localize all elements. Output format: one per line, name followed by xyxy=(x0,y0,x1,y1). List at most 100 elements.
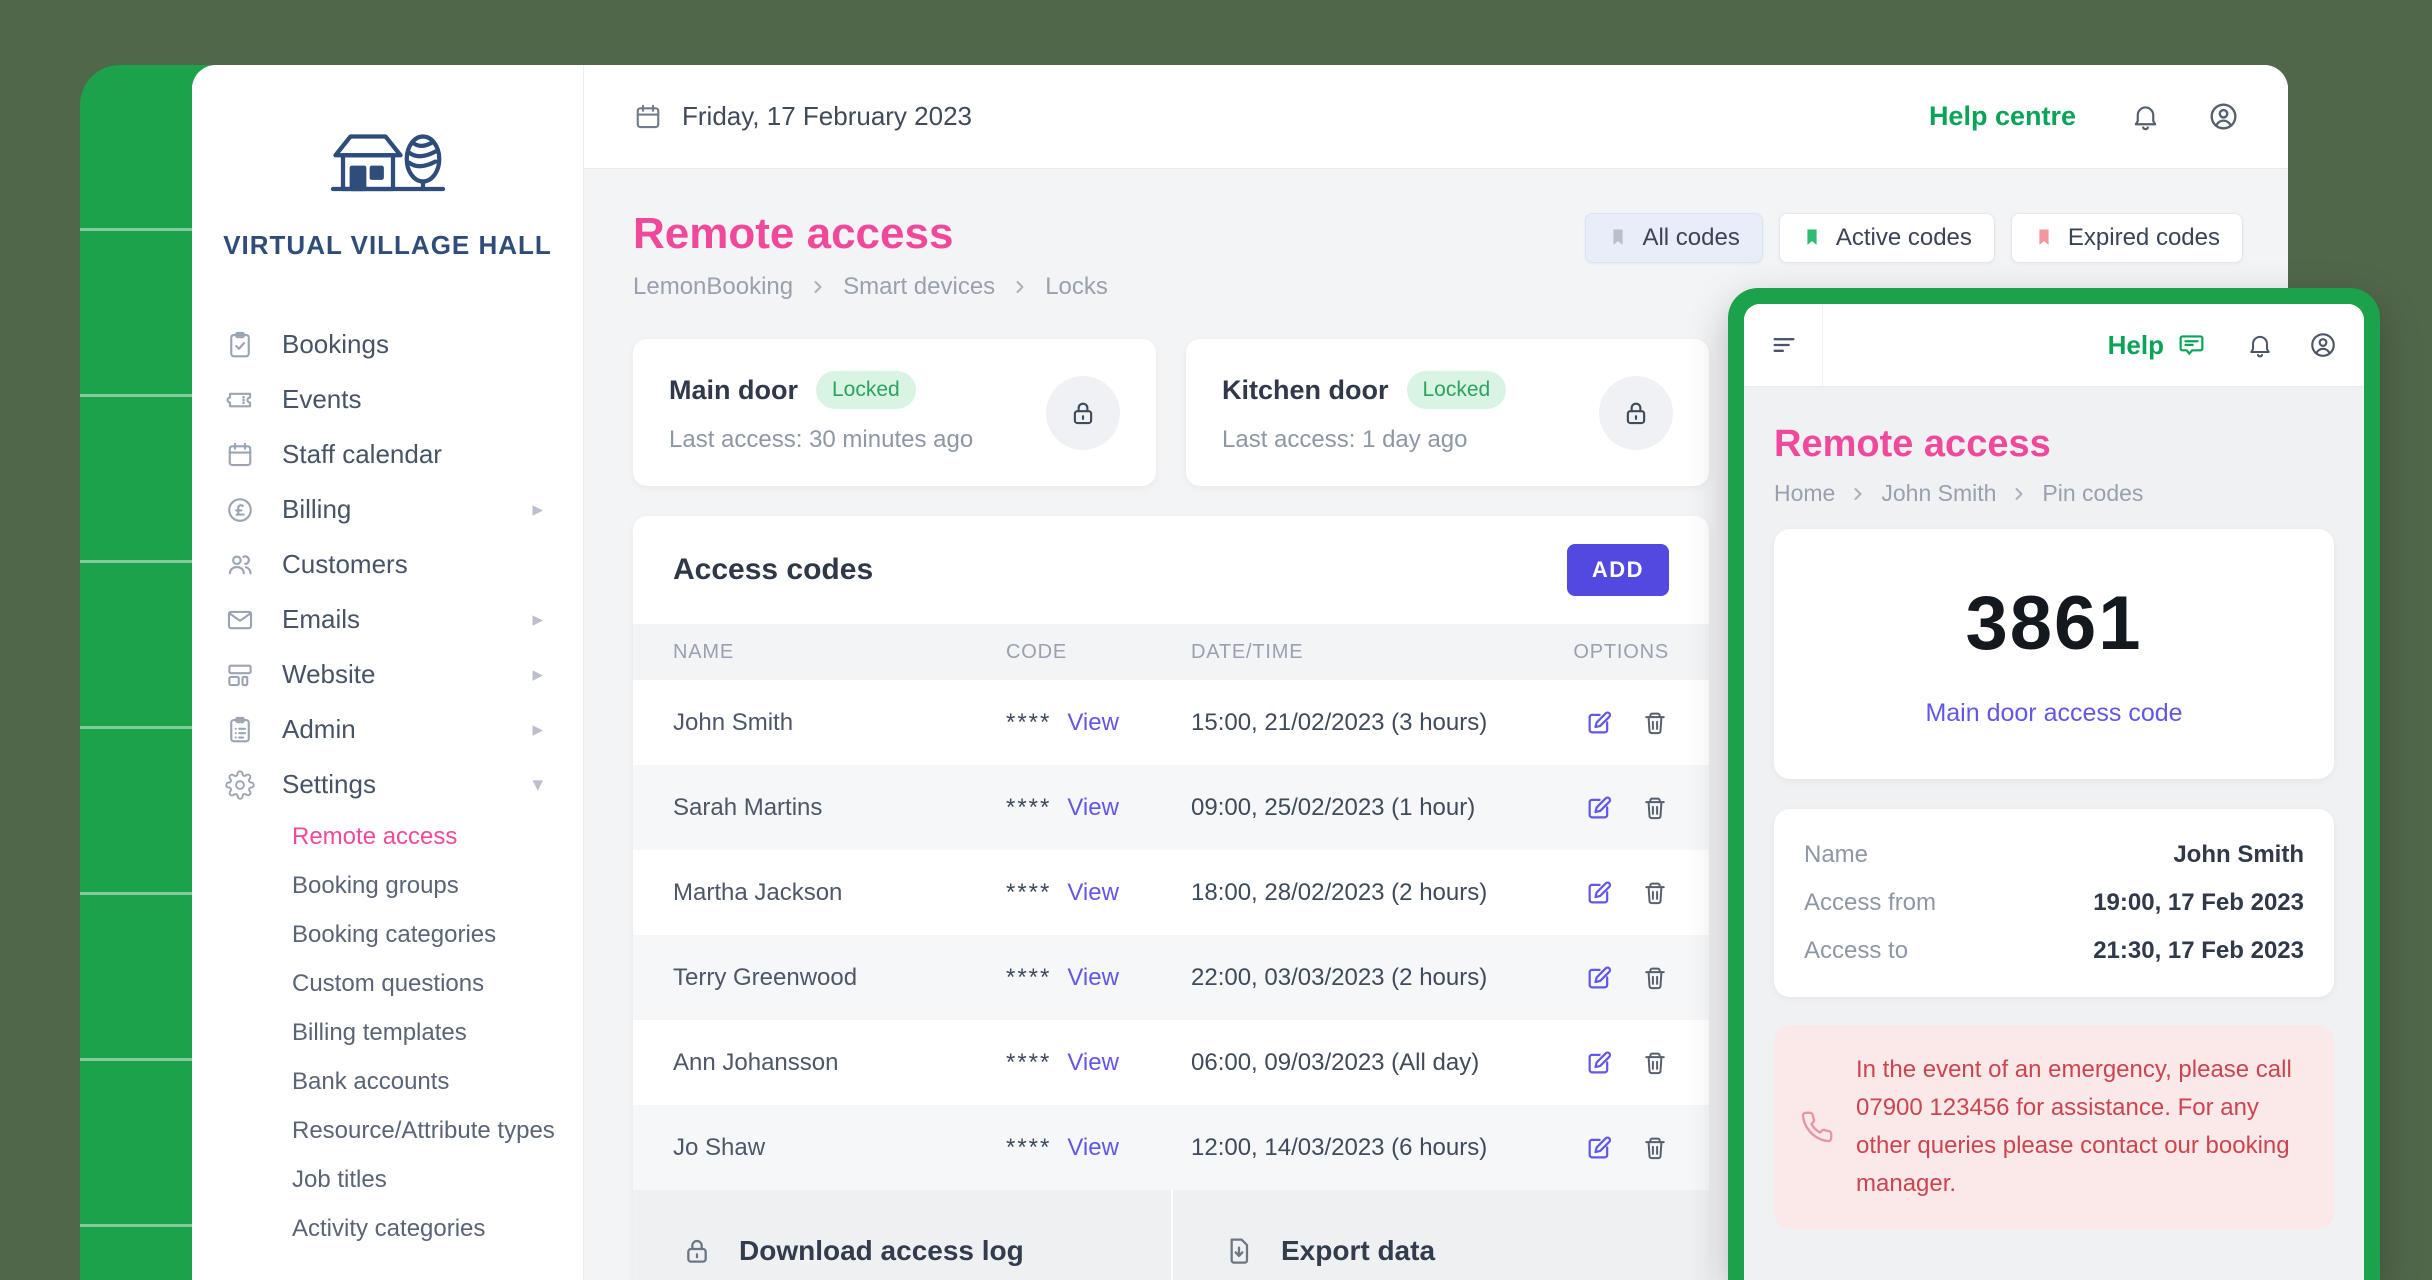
code-datetime: 06:00, 09/03/2023 (All day) xyxy=(1191,1049,1493,1077)
chevron-down-icon: ▾ xyxy=(532,772,543,797)
file-download-icon xyxy=(1223,1235,1255,1267)
view-code-link[interactable]: View xyxy=(1067,1134,1119,1162)
emergency-notice: In the event of an emergency, please cal… xyxy=(1774,1025,2334,1229)
edit-code-icon[interactable] xyxy=(1585,1134,1613,1162)
padlock-icon xyxy=(681,1235,713,1267)
edit-code-icon[interactable] xyxy=(1585,794,1613,822)
edit-code-icon[interactable] xyxy=(1585,709,1613,737)
sidebar-subitem-bank-accounts[interactable]: Bank accounts xyxy=(192,1057,583,1106)
sidebar-subitem-activity-categories[interactable]: Activity categories xyxy=(192,1204,583,1253)
access-codes-title: Access codes xyxy=(673,553,873,587)
filter-chip-all-codes[interactable]: All codes xyxy=(1585,213,1762,263)
sidebar-subitem-booking-groups[interactable]: Booking groups xyxy=(192,861,583,910)
pin-code-card: 3861 Main door access code xyxy=(1774,529,2334,779)
emergency-notice-text: In the event of an emergency, please cal… xyxy=(1856,1051,2308,1203)
sidebar-item-bookings[interactable]: Bookings xyxy=(192,317,583,372)
code-datetime: 22:00, 03/03/2023 (2 hours) xyxy=(1191,964,1493,992)
add-code-button[interactable]: ADD xyxy=(1567,544,1669,596)
door-card-kitchen-door: Kitchen door Locked Last access: 1 day a… xyxy=(1186,339,1709,486)
sidebar-item-customers[interactable]: Customers xyxy=(192,537,583,592)
pound-circle-icon xyxy=(225,495,255,525)
users-icon xyxy=(225,550,255,580)
sidebar-subitem-remote-access[interactable]: Remote access xyxy=(192,812,583,861)
help-centre-link[interactable]: Help centre xyxy=(1929,101,2076,132)
browser-icon xyxy=(225,660,255,690)
delete-code-icon[interactable] xyxy=(1641,1049,1669,1077)
download-access-log-button[interactable]: Download access log xyxy=(633,1190,1171,1280)
hamburger-menu-icon[interactable] xyxy=(1770,331,1798,359)
sidebar-subitem-booking-categories[interactable]: Booking categories xyxy=(192,910,583,959)
filter-chip-expired-codes[interactable]: Expired codes xyxy=(2011,213,2243,263)
code-filter-chips: All codes Active codes Expired codes xyxy=(1585,213,2243,263)
sidebar-subitem-billing-templates[interactable]: Billing templates xyxy=(192,1008,583,1057)
table-row: John Smith****View15:00, 21/02/2023 (3 h… xyxy=(633,680,1709,765)
view-code-link[interactable]: View xyxy=(1067,709,1119,737)
detail-value: John Smith xyxy=(2173,841,2304,869)
sidebar-item-emails[interactable]: Emails▸ xyxy=(192,592,583,647)
detail-value: 21:30, 17 Feb 2023 xyxy=(2093,937,2304,965)
bell-icon[interactable] xyxy=(2246,331,2274,359)
lock-button[interactable] xyxy=(1046,376,1120,450)
sidebar-item-billing[interactable]: Billing▸ xyxy=(192,482,583,537)
mobile-header: Help xyxy=(1744,304,2364,387)
green-accent-strip xyxy=(80,65,210,1280)
sidebar-nav: Bookings Events Staff calendarBilling▸Cust… xyxy=(192,317,583,812)
sidebar-item-staff-calendar[interactable]: Staff calendar xyxy=(192,427,583,482)
breadcrumb-item[interactable]: John Smith xyxy=(1881,480,1996,507)
chat-bubble-icon[interactable] xyxy=(2177,331,2206,360)
delete-code-icon[interactable] xyxy=(1641,964,1669,992)
view-code-link[interactable]: View xyxy=(1067,964,1119,992)
edit-code-icon[interactable] xyxy=(1585,964,1613,992)
table-row: Sarah Martins****View09:00, 25/02/2023 (… xyxy=(633,765,1709,850)
delete-code-icon[interactable] xyxy=(1641,1134,1669,1162)
code-holder-name: Ann Johansson xyxy=(673,1049,1006,1077)
lock-button[interactable] xyxy=(1599,376,1673,450)
view-code-link[interactable]: View xyxy=(1067,879,1119,907)
sidebar-item-settings[interactable]: Settings▾ xyxy=(192,757,583,812)
sidebar-item-admin[interactable]: Admin▸ xyxy=(192,702,583,757)
delete-code-icon[interactable] xyxy=(1641,879,1669,907)
delete-code-icon[interactable] xyxy=(1641,794,1669,822)
view-code-link[interactable]: View xyxy=(1067,794,1119,822)
mobile-breadcrumb: Home John Smith Pin codes xyxy=(1774,480,2334,507)
sidebar-subitem-custom-questions[interactable]: Custom questions xyxy=(192,959,583,1008)
view-code-link[interactable]: View xyxy=(1067,1049,1119,1077)
table-row: Ann Johansson****View06:00, 09/03/2023 (… xyxy=(633,1020,1709,1105)
user-account-icon[interactable] xyxy=(2308,330,2338,360)
breadcrumb-item[interactable]: LemonBooking xyxy=(633,273,793,301)
gear-icon xyxy=(225,770,255,800)
sidebar-item-website[interactable]: Website▸ xyxy=(192,647,583,702)
breadcrumb-item[interactable]: Smart devices xyxy=(843,273,995,301)
sidebar-item-events[interactable]: Events xyxy=(192,372,583,427)
bookmark-icon xyxy=(1608,226,1628,250)
breadcrumb-item[interactable]: Home xyxy=(1774,480,1835,507)
sidebar-settings-subnav: Remote accessBooking groupsBooking categ… xyxy=(192,812,583,1253)
bookmark-icon xyxy=(2034,226,2054,250)
detail-value: 19:00, 17 Feb 2023 xyxy=(2093,889,2304,917)
edit-code-icon[interactable] xyxy=(1585,879,1613,907)
mobile-help-link[interactable]: Help xyxy=(2108,330,2164,361)
user-account-icon[interactable] xyxy=(2207,100,2240,133)
delete-code-icon[interactable] xyxy=(1641,709,1669,737)
filter-chip-active-codes[interactable]: Active codes xyxy=(1779,213,1995,263)
detail-row: Name John Smith xyxy=(1804,831,2304,879)
pin-code-caption-link[interactable]: Main door access code xyxy=(1925,699,2182,728)
column-header-name: NAME xyxy=(673,641,1006,664)
sidebar-item-label: Events xyxy=(282,384,543,415)
calendar-icon xyxy=(633,102,663,132)
breadcrumb-item-current: Pin codes xyxy=(2042,480,2143,507)
detail-label: Name xyxy=(1804,841,1868,869)
code-holder-name: Terry Greenwood xyxy=(673,964,1006,992)
sidebar-subitem-resource-attribute-types[interactable]: Resource/Attribute types xyxy=(192,1106,583,1155)
sidebar-subitem-job-titles[interactable]: Job titles xyxy=(192,1155,583,1204)
masked-code: **** xyxy=(1006,709,1051,737)
access-codes-card: Access codes ADD NAME CODE DATE/TIME OPT… xyxy=(633,516,1709,1280)
door-card-main-door: Main door Locked Last access: 30 minutes… xyxy=(633,339,1156,486)
mobile-page-title: Remote access xyxy=(1774,423,2334,466)
clipboard-check-icon xyxy=(225,330,255,360)
bell-icon[interactable] xyxy=(2130,101,2161,132)
chevron-right-icon xyxy=(808,277,828,297)
code-holder-name: Jo Shaw xyxy=(673,1134,1006,1162)
export-data-button[interactable]: Export data xyxy=(1173,1190,1709,1280)
edit-code-icon[interactable] xyxy=(1585,1049,1613,1077)
